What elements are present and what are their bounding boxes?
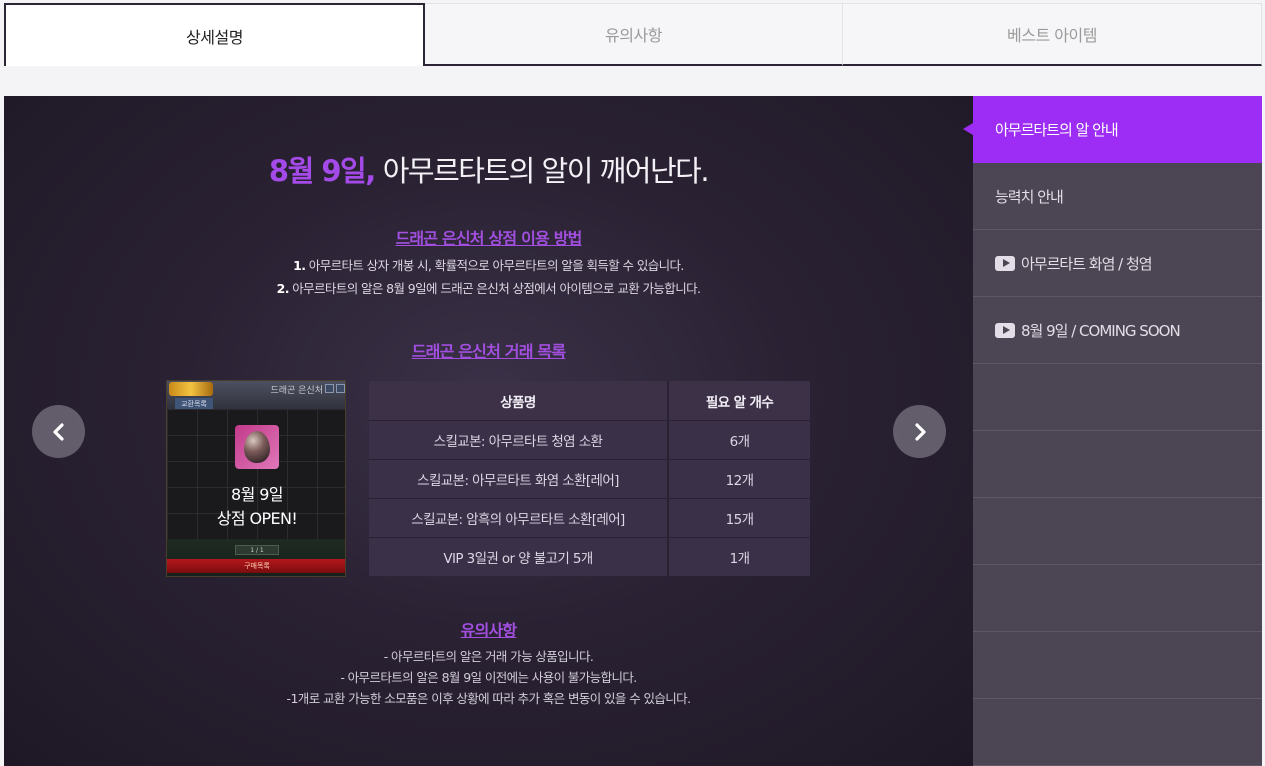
egg-count-cell: 12개 bbox=[669, 459, 810, 498]
tab-best-items[interactable]: 베스트 아이템 bbox=[843, 3, 1262, 66]
table-row: 스킬교본: 아무르타트 청염 소환 6개 bbox=[369, 420, 810, 459]
sidebar-item-egg-guide[interactable]: 아무르타트의 알 안내 bbox=[963, 96, 1262, 163]
usage-line-2: 2. 아무르타트의 알은 8월 9일에 드래곤 은신처 상점에서 아이템으로 교… bbox=[4, 277, 973, 300]
carousel-prev-button[interactable] bbox=[32, 405, 85, 458]
amurtart-egg-icon bbox=[235, 425, 279, 469]
tab-bar: 상세설명 유의사항 베스트 아이템 bbox=[4, 3, 1262, 66]
headline-date: 8월 9일, bbox=[268, 154, 376, 188]
shop-preview-image: 드래곤 은신처 교환목록 8월 9일 상점 OPEN! 1 / 1 구매목록 bbox=[166, 380, 346, 577]
usage-section-title: 드래곤 은신처 상점 이용 방법 bbox=[395, 229, 582, 248]
sidebar-item-empty bbox=[973, 632, 1262, 699]
sidebar-item-label: 아무르타트 화염 / 청염 bbox=[1021, 254, 1153, 273]
usage-line-2-number: 2. bbox=[276, 281, 290, 296]
shop-open-overlay: 8월 9일 상점 OPEN! bbox=[167, 483, 345, 531]
chevron-right-icon bbox=[914, 422, 926, 441]
headline-text: 아무르타트의 알이 깨어난다. bbox=[382, 154, 710, 188]
item-name-cell: 스킬교본: 아무르타트 화염 소환[레어] bbox=[369, 459, 669, 498]
notice-line-2: - 아무르타트의 알은 8월 9일 이전에는 사용이 불가능합니다. bbox=[340, 670, 637, 685]
sidebar-item-label: 능력치 안내 bbox=[995, 187, 1064, 206]
page-title: 8월 9일, 아무르타트의 알이 깨어난다. bbox=[4, 148, 973, 190]
sidebar-item-coming-soon-video[interactable]: 8월 9일 / COMING SOON bbox=[973, 297, 1262, 364]
shop-window-titlebar: 드래곤 은신처 교환목록 bbox=[167, 381, 345, 409]
table-row: 스킬교본: 암흑의 아무르타트 소환[레어] 15개 bbox=[369, 498, 810, 537]
sidebar-item-empty bbox=[973, 364, 1262, 431]
notice-line-1: - 아무르타트의 알은 거래 가능 상품입니다. bbox=[383, 649, 594, 664]
sidebar-item-empty bbox=[973, 431, 1262, 498]
notice-line-3: -1개로 교환 가능한 소모품은 이후 상황에 따라 추가 혹은 변동이 있을 … bbox=[286, 691, 692, 706]
shop-close-icon bbox=[336, 384, 345, 393]
usage-line-1: 1. 아무르타트 상자 개봉 시, 확률적으로 아무르타트의 알을 획득할 수 … bbox=[4, 254, 973, 277]
sidebar-item-label: 8월 9일 / COMING SOON bbox=[1021, 321, 1181, 340]
header-egg-count: 필요 알 개수 bbox=[669, 381, 810, 420]
shop-logo bbox=[169, 382, 213, 396]
item-name-cell: 스킬교본: 아무르타트 청염 소환 bbox=[369, 420, 669, 459]
sidebar-item-fire-blue-video[interactable]: 아무르타트 화염 / 청염 bbox=[973, 230, 1262, 297]
sidebar-item-stats-guide[interactable]: 능력치 안내 bbox=[973, 163, 1262, 230]
play-icon bbox=[995, 255, 1015, 271]
item-name-cell: 스킬교본: 암흑의 아무르타트 소환[레어] bbox=[369, 498, 669, 537]
item-name-cell: VIP 3일권 or 양 불고기 5개 bbox=[369, 537, 669, 576]
trade-section-title: 드래곤 은신처 거래 목록 bbox=[411, 342, 566, 361]
egg-count-cell: 1개 bbox=[669, 537, 810, 576]
carousel-next-button[interactable] bbox=[893, 405, 946, 458]
trade-list-table: 상품명 필요 알 개수 스킬교본: 아무르타트 청염 소환 6개 스킬교본: 아… bbox=[369, 381, 810, 576]
chevron-left-icon bbox=[52, 422, 64, 441]
sidebar-item-empty bbox=[973, 699, 1262, 766]
sidebar-item-empty bbox=[973, 565, 1262, 632]
usage-line-2-text: 아무르타트의 알은 8월 9일에 드래곤 은신처 상점에서 아이템으로 교환 가… bbox=[292, 281, 701, 296]
shop-open-date: 8월 9일 bbox=[231, 485, 283, 504]
tab-notice[interactable]: 유의사항 bbox=[425, 3, 843, 66]
play-icon bbox=[995, 322, 1015, 338]
header-item-name: 상품명 bbox=[369, 381, 669, 420]
shop-buy-bar: 구매목록 bbox=[167, 559, 345, 573]
egg-count-cell: 15개 bbox=[669, 498, 810, 537]
sidebar-item-empty bbox=[973, 498, 1262, 565]
shop-window-footer: 1 / 1 구매목록 bbox=[167, 539, 345, 576]
shop-subtab: 교환목록 bbox=[175, 398, 213, 409]
table-header-row: 상품명 필요 알 개수 bbox=[369, 381, 810, 420]
shop-page-indicator: 1 / 1 bbox=[235, 545, 279, 555]
sidebar-item-label: 아무르타트의 알 안내 bbox=[995, 120, 1119, 139]
egg-count-cell: 6개 bbox=[669, 420, 810, 459]
usage-line-1-number: 1. bbox=[293, 258, 306, 273]
tab-details[interactable]: 상세설명 bbox=[4, 3, 425, 66]
usage-line-1-text: 아무르타트 상자 개봉 시, 확률적으로 아무르타트의 알을 획득할 수 있습니… bbox=[308, 258, 685, 273]
shop-window-title: 드래곤 은신처 bbox=[270, 386, 323, 396]
shop-open-label: 상점 OPEN! bbox=[216, 509, 298, 528]
sidebar-nav: 아무르타트의 알 안내 능력치 안내 아무르타트 화염 / 청염 8월 9일 /… bbox=[963, 96, 1262, 766]
notice-section-title: 유의사항 bbox=[460, 621, 517, 640]
shop-minimize-icon bbox=[325, 384, 334, 393]
event-content-panel: 8월 9일, 아무르타트의 알이 깨어난다. 드래곤 은신처 상점 이용 방법 1… bbox=[4, 96, 973, 766]
table-row: VIP 3일권 or 양 불고기 5개 1개 bbox=[369, 537, 810, 576]
table-row: 스킬교본: 아무르타트 화염 소환[레어] 12개 bbox=[369, 459, 810, 498]
